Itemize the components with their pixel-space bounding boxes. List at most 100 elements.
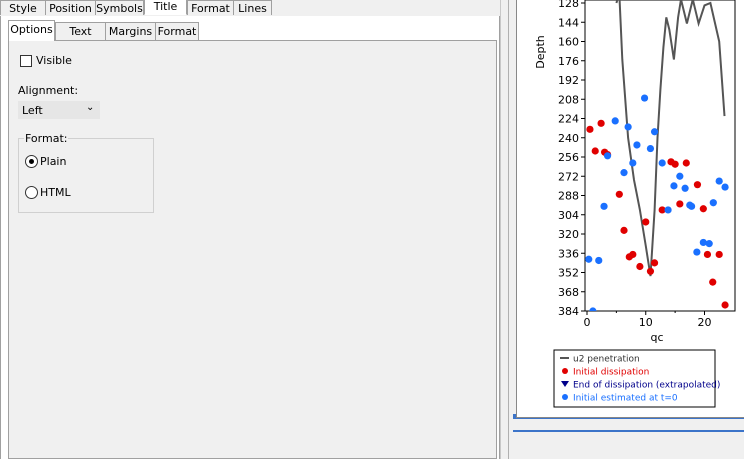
- data-point: [671, 160, 679, 168]
- legend-dot-marker: [562, 368, 568, 374]
- data-point: [600, 202, 608, 210]
- y-tick-label: 144: [558, 16, 579, 29]
- radio-selected-dot: [29, 159, 34, 164]
- dissipation-chart: 128 144 160 176 192 208 224 240 256 272 288 304 320 3…: [534, 0, 736, 408]
- tab-symbols[interactable]: Symbols: [95, 0, 144, 15]
- y-tick-label: 240: [558, 132, 579, 145]
- data-point: [620, 226, 628, 234]
- y-axis-label: Depth: [534, 35, 547, 69]
- data-point: [646, 267, 655, 275]
- data-point: [721, 183, 729, 191]
- data-point: [642, 218, 650, 226]
- tab-position-label: Position: [49, 2, 92, 15]
- subtab-format-label: Format: [157, 25, 197, 38]
- subtab-margins[interactable]: Margins: [105, 22, 156, 41]
- data-point: [686, 201, 694, 209]
- y-tick-label: 224: [558, 113, 579, 126]
- alignment-select[interactable]: Left ⌄: [18, 101, 100, 119]
- data-point: [709, 278, 717, 286]
- subtab-text[interactable]: Text: [55, 22, 106, 41]
- tab-bar: Style Position Symbols Title Format Line…: [0, 0, 500, 17]
- data-point: [703, 250, 712, 259]
- data-point: [693, 248, 701, 256]
- legend-label: u2 penetration: [573, 355, 640, 365]
- data-point: [629, 159, 637, 167]
- tab-lines[interactable]: Lines: [233, 0, 272, 15]
- data-point: [615, 190, 623, 198]
- subtab-format[interactable]: Format: [155, 22, 199, 41]
- data-point: [624, 123, 632, 131]
- line-series: [615, 0, 726, 277]
- y-tick-label: 272: [558, 170, 579, 183]
- data-point: [636, 262, 644, 271]
- data-point: [595, 256, 603, 265]
- format-group: [18, 138, 154, 213]
- y-tick-label: 192: [558, 74, 579, 87]
- subtab-bar: Options Text Margins Format: [8, 20, 498, 41]
- subtab-options-label: Options: [10, 23, 53, 36]
- data-point: [682, 159, 690, 167]
- data-point: [620, 169, 628, 177]
- alignment-label: Alignment:: [18, 84, 79, 97]
- tab-format-label: Format: [191, 2, 230, 15]
- y-tick-label: 368: [558, 286, 579, 299]
- y-tick-label: 176: [558, 55, 579, 68]
- tab-symbols-label: Symbols: [96, 2, 143, 15]
- data-point: [597, 119, 605, 127]
- tab-style[interactable]: Style: [0, 0, 46, 15]
- tab-style-label: Style: [9, 2, 37, 15]
- y-tick-label: 320: [558, 228, 579, 241]
- format-html-radio[interactable]: [25, 186, 38, 199]
- x-axis-ticks: 0 10 20: [584, 311, 712, 329]
- y-tick-label: 352: [558, 267, 579, 280]
- data-point: [693, 181, 702, 189]
- data-point: [658, 159, 666, 167]
- data-point: [650, 259, 659, 267]
- visible-checkbox[interactable]: [20, 55, 32, 67]
- tab-title[interactable]: Title: [144, 0, 187, 15]
- data-point: [646, 144, 655, 153]
- data-point: [676, 172, 684, 180]
- x-tick-label: 20: [698, 316, 712, 329]
- data-point: [633, 141, 641, 149]
- data-point: [589, 307, 597, 311]
- tab-position[interactable]: Position: [45, 0, 96, 15]
- y-tick-label: 256: [558, 151, 579, 164]
- x-tick-label: 10: [639, 316, 653, 329]
- visible-label: Visible: [36, 54, 72, 67]
- chevron-down-icon: ⌄: [86, 102, 95, 113]
- point-series: [585, 94, 729, 311]
- x-axis-label: qc: [650, 331, 663, 344]
- data-point: [586, 125, 594, 133]
- data-point: [664, 206, 672, 214]
- data-point: [676, 200, 684, 208]
- legend-label: Initial dissipation: [573, 368, 649, 378]
- data-point: [640, 94, 649, 102]
- legend-label: Initial estimated at t=0: [573, 394, 678, 404]
- y-tick-label: 208: [558, 93, 579, 106]
- format-group-label: Format:: [24, 132, 69, 145]
- data-point: [670, 182, 678, 190]
- subtab-margins-label: Margins: [108, 25, 153, 38]
- tab-format[interactable]: Format: [187, 0, 234, 15]
- y-axis-ticks: 128 144 160 176 192 208 224 240 256 272 288 304 320 3…: [558, 0, 585, 318]
- data-point: [650, 128, 659, 136]
- y-tick-label: 304: [558, 209, 579, 222]
- data-point: [629, 250, 637, 259]
- data-point: [681, 184, 689, 192]
- legend-dot-marker: [562, 394, 568, 400]
- data-point: [603, 152, 612, 160]
- data-point: [715, 177, 723, 185]
- data-point: [715, 250, 723, 259]
- data-point: [591, 147, 599, 155]
- subtab-options[interactable]: Options: [8, 20, 55, 41]
- legend-label: End of dissipation (extrapolated): [573, 381, 720, 391]
- format-plain-radio[interactable]: [25, 155, 38, 168]
- subtab-text-label: Text: [69, 25, 92, 38]
- splitter[interactable]: [500, 0, 513, 459]
- splitter-line: [508, 0, 509, 459]
- y-tick-label: 160: [558, 36, 579, 49]
- format-html-label: HTML: [40, 186, 71, 199]
- tab-lines-label: Lines: [238, 2, 267, 15]
- data-point: [721, 301, 729, 309]
